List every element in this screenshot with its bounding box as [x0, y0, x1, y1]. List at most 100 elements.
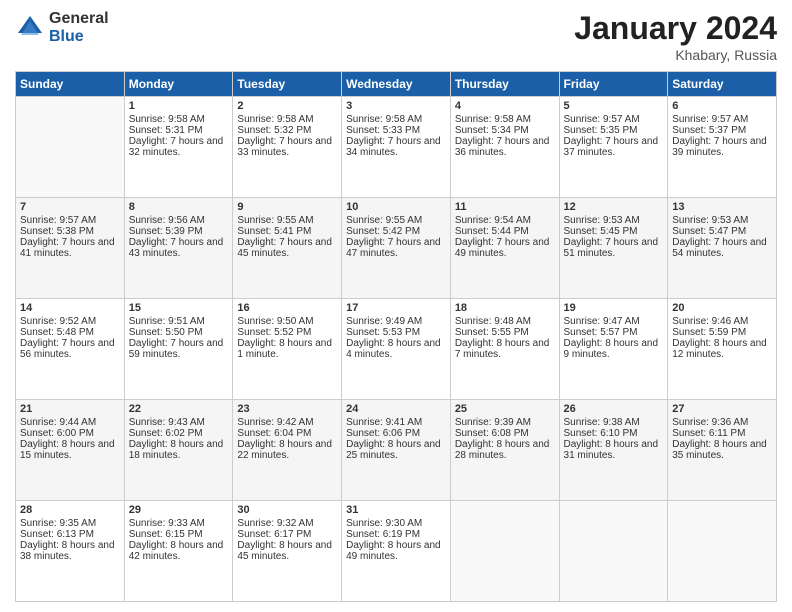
day-number: 25	[455, 403, 555, 415]
weekday-header-row: Sunday Monday Tuesday Wednesday Thursday…	[16, 72, 777, 97]
day-number: 30	[237, 504, 337, 516]
calendar-cell: 6Sunrise: 9:57 AMSunset: 5:37 PMDaylight…	[668, 97, 777, 198]
daylight-text: Daylight: 8 hours and 31 minutes.	[564, 439, 664, 461]
sunset-text: Sunset: 6:04 PM	[237, 428, 337, 439]
calendar-cell: 7Sunrise: 9:57 AMSunset: 5:38 PMDaylight…	[16, 198, 125, 299]
sunrise-text: Sunrise: 9:52 AM	[20, 316, 120, 327]
sunset-text: Sunset: 5:32 PM	[237, 125, 337, 136]
page: General Blue January 2024 Khabary, Russi…	[0, 0, 792, 612]
calendar-table: Sunday Monday Tuesday Wednesday Thursday…	[15, 71, 777, 602]
logo-general-text: General	[49, 10, 109, 28]
calendar-cell: 13Sunrise: 9:53 AMSunset: 5:47 PMDayligh…	[668, 198, 777, 299]
daylight-text: Daylight: 8 hours and 9 minutes.	[564, 338, 664, 360]
daylight-text: Daylight: 8 hours and 18 minutes.	[129, 439, 229, 461]
month-title: January 2024	[574, 10, 777, 47]
daylight-text: Daylight: 7 hours and 36 minutes.	[455, 136, 555, 158]
daylight-text: Daylight: 7 hours and 37 minutes.	[564, 136, 664, 158]
sunrise-text: Sunrise: 9:38 AM	[564, 417, 664, 428]
calendar-cell	[668, 501, 777, 602]
day-number: 11	[455, 201, 555, 213]
sunrise-text: Sunrise: 9:58 AM	[346, 114, 446, 125]
sunrise-text: Sunrise: 9:55 AM	[346, 215, 446, 226]
daylight-text: Daylight: 7 hours and 49 minutes.	[455, 237, 555, 259]
sunset-text: Sunset: 5:35 PM	[564, 125, 664, 136]
calendar-cell: 5Sunrise: 9:57 AMSunset: 5:35 PMDaylight…	[559, 97, 668, 198]
calendar-cell: 27Sunrise: 9:36 AMSunset: 6:11 PMDayligh…	[668, 400, 777, 501]
daylight-text: Daylight: 8 hours and 28 minutes.	[455, 439, 555, 461]
day-number: 13	[672, 201, 772, 213]
sunset-text: Sunset: 5:50 PM	[129, 327, 229, 338]
sunrise-text: Sunrise: 9:35 AM	[20, 518, 120, 529]
day-number: 28	[20, 504, 120, 516]
calendar-cell: 16Sunrise: 9:50 AMSunset: 5:52 PMDayligh…	[233, 299, 342, 400]
sunrise-text: Sunrise: 9:54 AM	[455, 215, 555, 226]
sunset-text: Sunset: 5:41 PM	[237, 226, 337, 237]
th-sunday: Sunday	[16, 72, 125, 97]
sunrise-text: Sunrise: 9:58 AM	[129, 114, 229, 125]
calendar-cell: 17Sunrise: 9:49 AMSunset: 5:53 PMDayligh…	[342, 299, 451, 400]
day-number: 20	[672, 302, 772, 314]
th-wednesday: Wednesday	[342, 72, 451, 97]
sunrise-text: Sunrise: 9:57 AM	[672, 114, 772, 125]
sunset-text: Sunset: 5:34 PM	[455, 125, 555, 136]
daylight-text: Daylight: 8 hours and 49 minutes.	[346, 540, 446, 562]
sunset-text: Sunset: 6:11 PM	[672, 428, 772, 439]
calendar-cell: 11 Sunrise: 9:54 AMSunset: 5:44 PMDayligh…	[450, 198, 559, 299]
sunrise-text: Sunrise: 9:44 AM	[20, 417, 120, 428]
calendar-week-row: 7Sunrise: 9:57 AMSunset: 5:38 PMDaylight…	[16, 198, 777, 299]
day-number: 4	[455, 100, 555, 112]
calendar-cell: 26Sunrise: 9:38 AMSunset: 6:10 PMDayligh…	[559, 400, 668, 501]
sunset-text: Sunset: 5:55 PM	[455, 327, 555, 338]
calendar-cell: 4 Sunrise: 9:58 AMSunset: 5:34 PMDaylight…	[450, 97, 559, 198]
day-number: 31	[346, 504, 446, 516]
sunset-text: Sunset: 6:17 PM	[237, 529, 337, 540]
sunset-text: Sunset: 6:06 PM	[346, 428, 446, 439]
daylight-text: Daylight: 7 hours and 32 minutes.	[129, 136, 229, 158]
sunset-text: Sunset: 5:48 PM	[20, 327, 120, 338]
calendar-cell: 14Sunrise: 9:52 AMSunset: 5:48 PMDayligh…	[16, 299, 125, 400]
sunrise-text: Sunrise: 9:53 AM	[564, 215, 664, 226]
sunrise-text: Sunrise: 9:46 AM	[672, 316, 772, 327]
day-number: 10	[346, 201, 446, 213]
header: General Blue January 2024 Khabary, Russi…	[15, 10, 777, 63]
day-number: 24	[346, 403, 446, 415]
th-tuesday: Tuesday	[233, 72, 342, 97]
calendar-cell: 20Sunrise: 9:46 AMSunset: 5:59 PMDayligh…	[668, 299, 777, 400]
th-thursday: Thursday	[450, 72, 559, 97]
logo-text: General Blue	[49, 10, 109, 45]
daylight-text: Daylight: 7 hours and 51 minutes.	[564, 237, 664, 259]
sunset-text: Sunset: 5:44 PM	[455, 226, 555, 237]
calendar-cell	[450, 501, 559, 602]
sunset-text: Sunset: 6:13 PM	[20, 529, 120, 540]
day-number: 23	[237, 403, 337, 415]
th-saturday: Saturday	[668, 72, 777, 97]
sunrise-text: Sunrise: 9:36 AM	[672, 417, 772, 428]
daylight-text: Daylight: 8 hours and 42 minutes.	[129, 540, 229, 562]
daylight-text: Daylight: 8 hours and 45 minutes.	[237, 540, 337, 562]
day-number: 9	[237, 201, 337, 213]
sunrise-text: Sunrise: 9:32 AM	[237, 518, 337, 529]
daylight-text: Daylight: 7 hours and 34 minutes.	[346, 136, 446, 158]
day-number: 12	[564, 201, 664, 213]
calendar-cell: 28Sunrise: 9:35 AMSunset: 6:13 PMDayligh…	[16, 501, 125, 602]
calendar-cell: 10Sunrise: 9:55 AMSunset: 5:42 PMDayligh…	[342, 198, 451, 299]
sunrise-text: Sunrise: 9:41 AM	[346, 417, 446, 428]
day-number: 1	[129, 100, 229, 112]
calendar-cell: 9Sunrise: 9:55 AMSunset: 5:41 PMDaylight…	[233, 198, 342, 299]
sunrise-text: Sunrise: 9:58 AM	[455, 114, 555, 125]
sunset-text: Sunset: 5:38 PM	[20, 226, 120, 237]
sunset-text: Sunset: 6:08 PM	[455, 428, 555, 439]
day-number: 3	[346, 100, 446, 112]
logo: General Blue	[15, 10, 109, 45]
sunset-text: Sunset: 5:53 PM	[346, 327, 446, 338]
calendar-week-row: 28 Sunrise: 9:35 AMSunset: 6:13 PM Dayligh…	[16, 501, 777, 602]
sunrise-text: Sunrise: 9:55 AM	[237, 215, 337, 226]
day-number: 16	[237, 302, 337, 314]
day-number: 26	[564, 403, 664, 415]
day-number: 6	[672, 100, 772, 112]
daylight-text: Daylight: 8 hours and 35 minutes.	[672, 439, 772, 461]
day-number: 5	[564, 100, 664, 112]
daylight-text: Daylight: 7 hours and 33 minutes.	[237, 136, 337, 158]
daylight-text: Daylight: 8 hours and 7 minutes.	[455, 338, 555, 360]
daylight-text: Daylight: 7 hours and 54 minutes.	[672, 237, 772, 259]
